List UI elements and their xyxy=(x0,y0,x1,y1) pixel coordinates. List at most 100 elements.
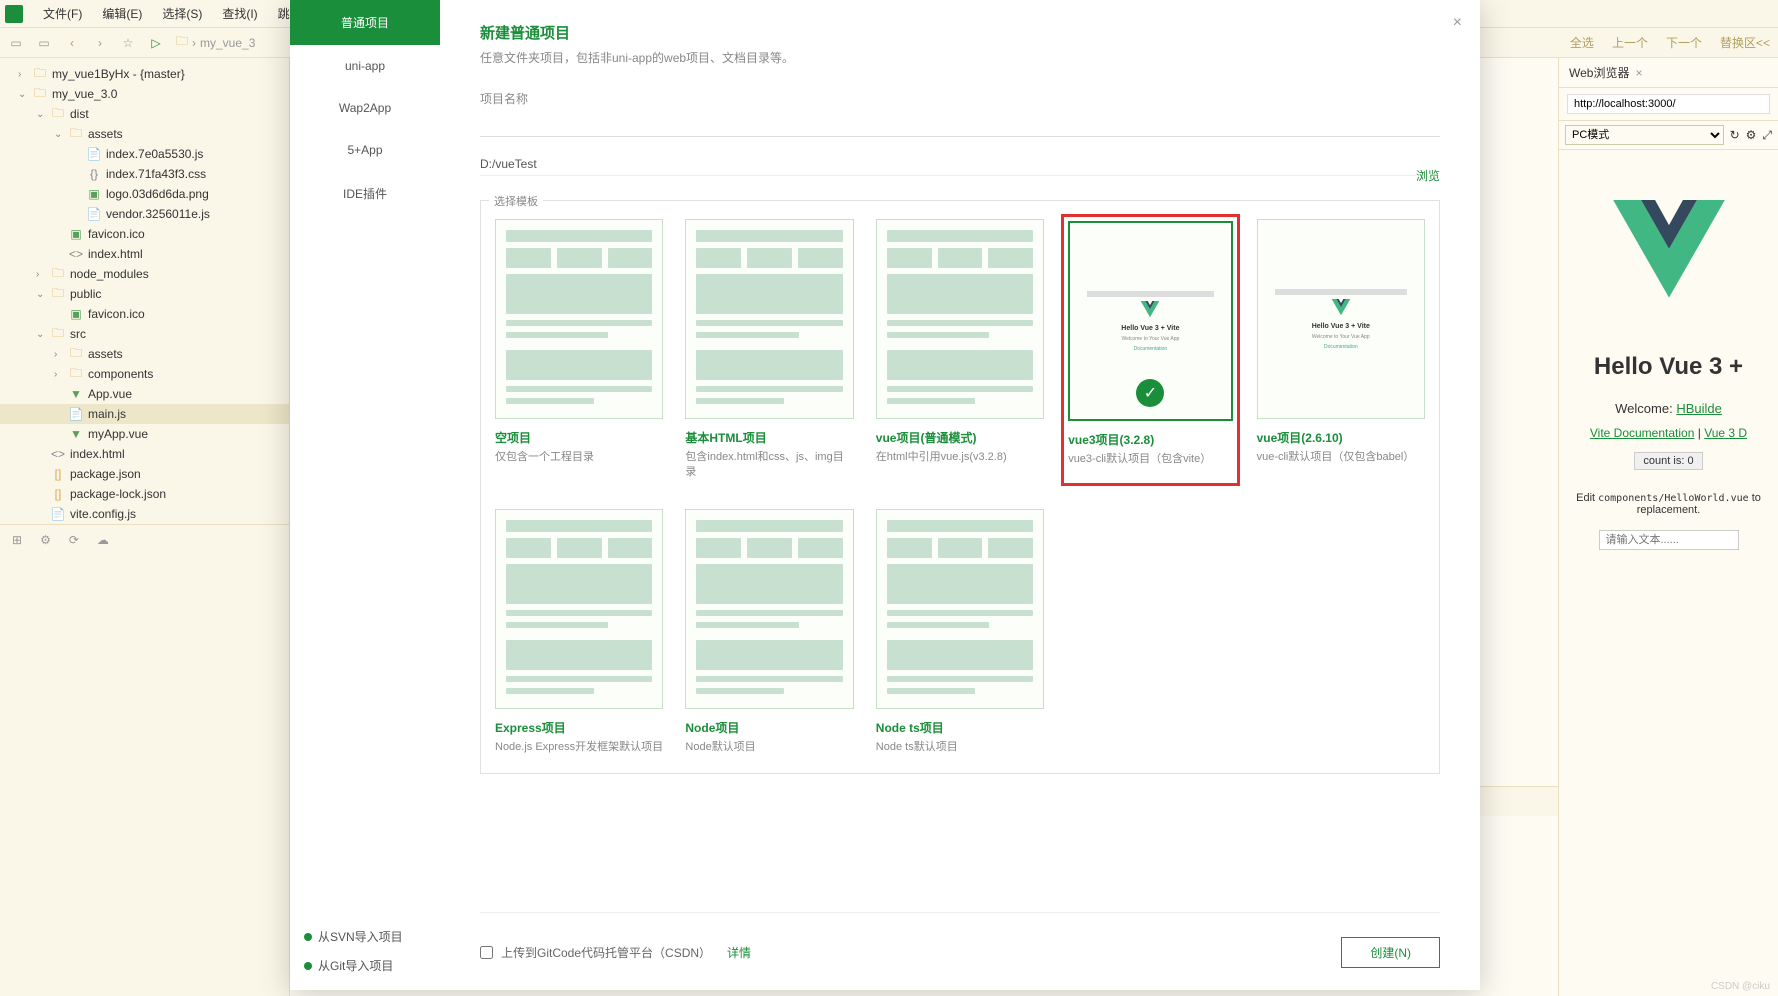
tree-viteconfig[interactable]: 📄vite.config.js xyxy=(0,504,289,524)
text-input[interactable] xyxy=(1599,530,1739,550)
tree-label: index.html xyxy=(70,447,125,461)
detail-link[interactable]: 详情 xyxy=(727,944,751,961)
template-item-3[interactable]: Hello Vue 3 + ViteWelcome to Your Vue Ap… xyxy=(1066,219,1234,481)
vue-doc-link[interactable]: Vue 3 D xyxy=(1704,426,1747,440)
new-file-icon[interactable]: ▭ xyxy=(8,35,24,51)
import-git[interactable]: 从Git导入项目 xyxy=(304,951,426,980)
tree-label: favicon.ico xyxy=(88,227,145,241)
tree-node-modules[interactable]: ›🗀node_modules xyxy=(0,264,289,284)
dlg-tab-uniapp[interactable]: uni-app xyxy=(290,45,440,87)
browser-tab[interactable]: Web浏览器 × xyxy=(1559,58,1778,88)
edit-code: components/HelloWorld.vue xyxy=(1598,493,1749,504)
dot-icon xyxy=(304,962,312,970)
template-preview: Hello Vue 3 + ViteWelcome to Your Vue Ap… xyxy=(1068,221,1232,421)
tree-public[interactable]: ⌄🗀public xyxy=(0,284,289,304)
template-name: Node项目 xyxy=(685,719,853,736)
footer-icon-4[interactable]: ☁ xyxy=(97,533,109,547)
template-item-6[interactable]: Node项目 Node默认项目 xyxy=(685,509,853,755)
link-sep: | xyxy=(1694,426,1704,440)
create-button[interactable]: 创建(N) xyxy=(1341,937,1440,968)
tree-components[interactable]: ›🗀components xyxy=(0,364,289,384)
tree-label: components xyxy=(88,367,153,381)
template-desc: 包含index.html和css、js、img目录 xyxy=(685,450,853,481)
menu-select[interactable]: 选择(S) xyxy=(152,5,212,22)
template-name: Node ts项目 xyxy=(876,719,1044,736)
dlg-tab-wap2app[interactable]: Wap2App xyxy=(290,87,440,129)
template-desc: Node ts默认项目 xyxy=(876,740,1044,755)
upload-option: 上传到GitCode代码托管平台（CSDN） 详情 xyxy=(480,944,751,961)
tree-indexcss[interactable]: {}index.71fa43f3.css xyxy=(0,164,289,184)
tree-packagelock[interactable]: []package-lock.json xyxy=(0,484,289,504)
template-item-1[interactable]: 基本HTML项目包含index.html和css、js、img目录 xyxy=(685,219,853,481)
tree-favicon2[interactable]: ▣favicon.ico xyxy=(0,304,289,324)
refresh-icon[interactable]: ↻ xyxy=(1730,128,1740,142)
tree-assets[interactable]: ⌄🗀assets xyxy=(0,124,289,144)
template-item-2[interactable]: vue项目(普通模式)在html中引用vue.js(v3.2.8) xyxy=(876,219,1044,481)
url-input[interactable] xyxy=(1567,94,1770,114)
edit-hint: Edit components/HelloWorld.vue to replac… xyxy=(1569,492,1768,516)
mode-select[interactable]: PC模式 xyxy=(1565,125,1724,145)
template-name: 空项目 xyxy=(495,429,663,446)
tree-project-2[interactable]: ⌄🗀my_vue_3.0 xyxy=(0,84,289,104)
toolbar-next[interactable]: 下一个 xyxy=(1666,34,1702,51)
tree-assets2[interactable]: ›🗀assets xyxy=(0,344,289,364)
tree-dist[interactable]: ⌄🗀dist xyxy=(0,104,289,124)
tree-label: main.js xyxy=(88,407,126,421)
tree-indexhtml2[interactable]: <>index.html xyxy=(0,444,289,464)
edit-line2: replacement. xyxy=(1637,504,1701,516)
footer-icon-1[interactable]: ⊞ xyxy=(12,533,22,547)
star-icon[interactable]: ☆ xyxy=(120,35,136,51)
dlg-tab-5plus[interactable]: 5+App xyxy=(290,129,440,171)
menu-file[interactable]: 文件(F) xyxy=(33,5,92,22)
forward-icon[interactable]: › xyxy=(92,35,108,51)
import-svn[interactable]: 从SVN导入项目 xyxy=(304,922,426,951)
import-git-label: 从Git导入项目 xyxy=(318,957,393,974)
tree-indexjs[interactable]: 📄index.7e0a5530.js xyxy=(0,144,289,164)
menu-edit[interactable]: 编辑(E) xyxy=(92,5,152,22)
dlg-tab-ideplugin[interactable]: IDE插件 xyxy=(290,171,440,216)
welcome-link[interactable]: HBuilde xyxy=(1676,401,1722,416)
browser-heading: Hello Vue 3 + xyxy=(1569,353,1768,381)
tree-mainjs[interactable]: 📄main.js xyxy=(0,404,289,424)
tree-myappvue[interactable]: ▼myApp.vue xyxy=(0,424,289,444)
tree-logopng[interactable]: ▣logo.03d6d6da.png xyxy=(0,184,289,204)
back-icon[interactable]: ‹ xyxy=(64,35,80,51)
template-item-7[interactable]: Node ts项目 Node ts默认项目 xyxy=(876,509,1044,755)
template-preview xyxy=(876,509,1044,709)
tree-indexhtml[interactable]: <>index.html xyxy=(0,244,289,264)
footer-icon-2[interactable]: ⚙ xyxy=(40,533,51,547)
toolbar-prev[interactable]: 上一个 xyxy=(1612,34,1648,51)
save-icon[interactable]: ▭ xyxy=(36,35,52,51)
template-desc: Node默认项目 xyxy=(685,740,853,755)
template-item-0[interactable]: 空项目仅包含一个工程目录 xyxy=(495,219,663,481)
tree-src[interactable]: ⌄🗀src xyxy=(0,324,289,344)
menu-find[interactable]: 查找(I) xyxy=(212,5,267,22)
vue-logo-icon xyxy=(1599,200,1739,320)
tree-packagejson[interactable]: []package.json xyxy=(0,464,289,484)
upload-checkbox[interactable] xyxy=(480,946,493,959)
external-icon[interactable]: ⤢ xyxy=(1762,128,1772,143)
dialog-close-icon[interactable]: × xyxy=(1453,14,1462,32)
breadcrumb-file[interactable]: my_vue_3 xyxy=(200,36,255,50)
run-icon[interactable]: ▷ xyxy=(148,35,164,51)
tree-appvue[interactable]: ▼App.vue xyxy=(0,384,289,404)
dialog-title: 新建普通项目 xyxy=(480,22,1440,43)
toolbar-all[interactable]: 全选 xyxy=(1570,34,1594,51)
tree-vendorjs[interactable]: 📄vendor.3256011e.js xyxy=(0,204,289,224)
tree-project-1[interactable]: ›🗀my_vue1ByHx - {master} xyxy=(0,64,289,84)
dlg-tab-normal[interactable]: 普通项目 xyxy=(290,0,440,45)
tree-label: index.71fa43f3.css xyxy=(106,167,206,181)
browse-button[interactable]: 浏览 xyxy=(1416,167,1440,184)
project-name-input[interactable] xyxy=(480,113,1440,137)
template-item-4[interactable]: Hello Vue 3 + ViteWelcome to Your Vue Ap… xyxy=(1257,219,1425,481)
count-button[interactable]: count is: 0 xyxy=(1634,452,1702,470)
gear-icon[interactable]: ⚙ xyxy=(1746,128,1757,142)
tree-label: myApp.vue xyxy=(88,427,148,441)
toolbar-replace[interactable]: 替换区<< xyxy=(1720,34,1770,51)
tree-favicon[interactable]: ▣favicon.ico xyxy=(0,224,289,244)
vite-doc-link[interactable]: Vite Documentation xyxy=(1590,426,1695,440)
tree-label: index.7e0a5530.js xyxy=(106,147,203,161)
template-item-5[interactable]: Express项目Node.js Express开发框架默认项目 xyxy=(495,509,663,755)
footer-icon-3[interactable]: ⟳ xyxy=(69,533,79,547)
close-icon[interactable]: × xyxy=(1635,66,1642,80)
